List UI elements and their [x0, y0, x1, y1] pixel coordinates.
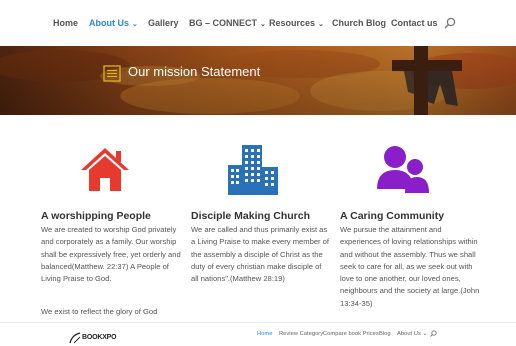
- hero-banner: [0, 46, 516, 115]
- feature-title-worshipping-people: A worshipping People: [41, 210, 151, 222]
- feature-extra-text: We exist to reflect the glory of God: [41, 307, 158, 316]
- bottom-nav-blog[interactable]: Blog: [379, 331, 391, 337]
- bottom-nav-home[interactable]: Home: [257, 331, 272, 337]
- nav-item-gallery[interactable]: Gallery: [148, 18, 179, 28]
- sunset-cross-background: [0, 46, 516, 115]
- nav-item-resources[interactable]: Resources ⌄: [269, 18, 324, 28]
- people-icon: [377, 146, 429, 193]
- feature-text-worshipping-people: We are created to worship God privately …: [41, 225, 181, 284]
- page-title: Our mission Statement: [128, 64, 261, 79]
- chevron-down-icon: ⌄: [260, 21, 266, 28]
- nav-item-about-us[interactable]: About Us ⌄: [89, 18, 138, 28]
- list-icon: [103, 65, 121, 82]
- nav-item-church-blog[interactable]: Church Blog: [332, 18, 386, 28]
- bottom-nav-compare-prices[interactable]: Compare book Prices: [323, 331, 379, 337]
- feature-title-caring-community: A Caring Community: [340, 210, 445, 222]
- nav-item-bg-connect[interactable]: BG – CONNECT ⌄: [189, 18, 266, 28]
- feature-title-disciple-making: Disciple Making Church: [191, 210, 311, 222]
- feature-text-disciple-making: We are called and thus primarily exist a…: [191, 225, 330, 284]
- search-icon[interactable]: [430, 330, 437, 337]
- chevron-down-icon: ⌄: [318, 21, 324, 28]
- nav-item-contact-us[interactable]: Contact us: [391, 18, 438, 28]
- bottom-nav-about-us[interactable]: About Us ⌄: [397, 331, 427, 337]
- nav-item-home[interactable]: Home: [53, 18, 78, 28]
- search-icon[interactable]: [444, 17, 456, 29]
- main-navigation: Home About Us ⌄ Gallery BG – CONNECT ⌄ Res…: [0, 0, 516, 46]
- chevron-down-icon: ⌄: [132, 21, 138, 28]
- bottom-nav-review-category[interactable]: Review Category: [279, 331, 323, 337]
- house-icon: [81, 148, 129, 191]
- feature-text-caring-community: We pursue the attainment and experiences…: [340, 225, 480, 308]
- bookxpo-logo-text[interactable]: BOOKXPO: [82, 334, 117, 341]
- buildings-icon: [228, 145, 278, 195]
